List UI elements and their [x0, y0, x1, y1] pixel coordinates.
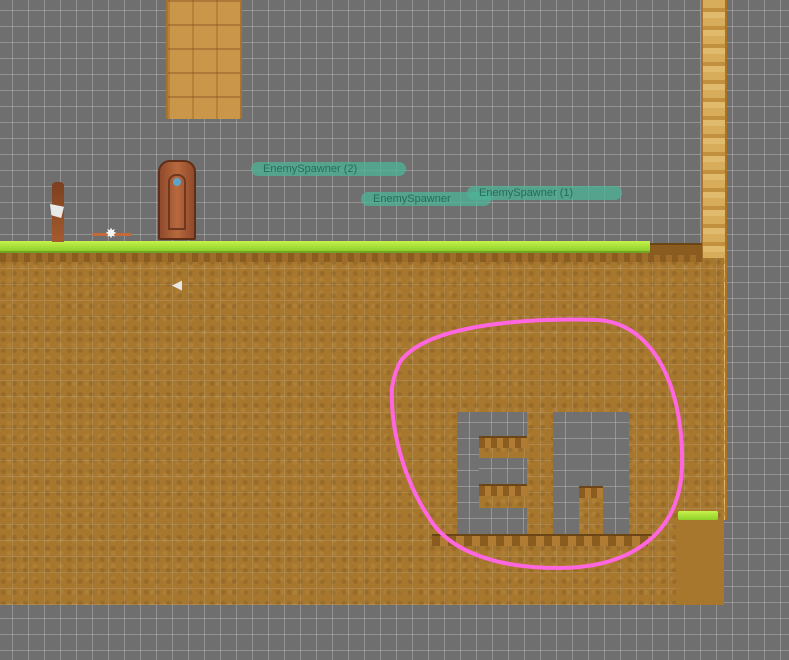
door-icon[interactable] [158, 160, 196, 240]
grass-platform[interactable] [0, 241, 650, 253]
annotation-stroke [389, 317, 685, 570]
door-gem [173, 178, 181, 186]
enemy-spawner-1[interactable]: EnemySpawner (1) [467, 186, 622, 200]
light-gizmo-icon[interactable]: ✸ [100, 226, 122, 242]
enemy-spawner-2[interactable]: EnemySpawner (2) [251, 162, 406, 176]
annotation-circle [389, 317, 685, 570]
dirt-ledge[interactable] [650, 243, 702, 255]
scene-view[interactable]: ✸ ◀ EnemySpawner (2) EnemySpawner EnemyS… [0, 0, 789, 660]
audio-source-icon[interactable]: ◀ [170, 279, 184, 293]
sandstone-pillar-top[interactable] [166, 0, 242, 119]
